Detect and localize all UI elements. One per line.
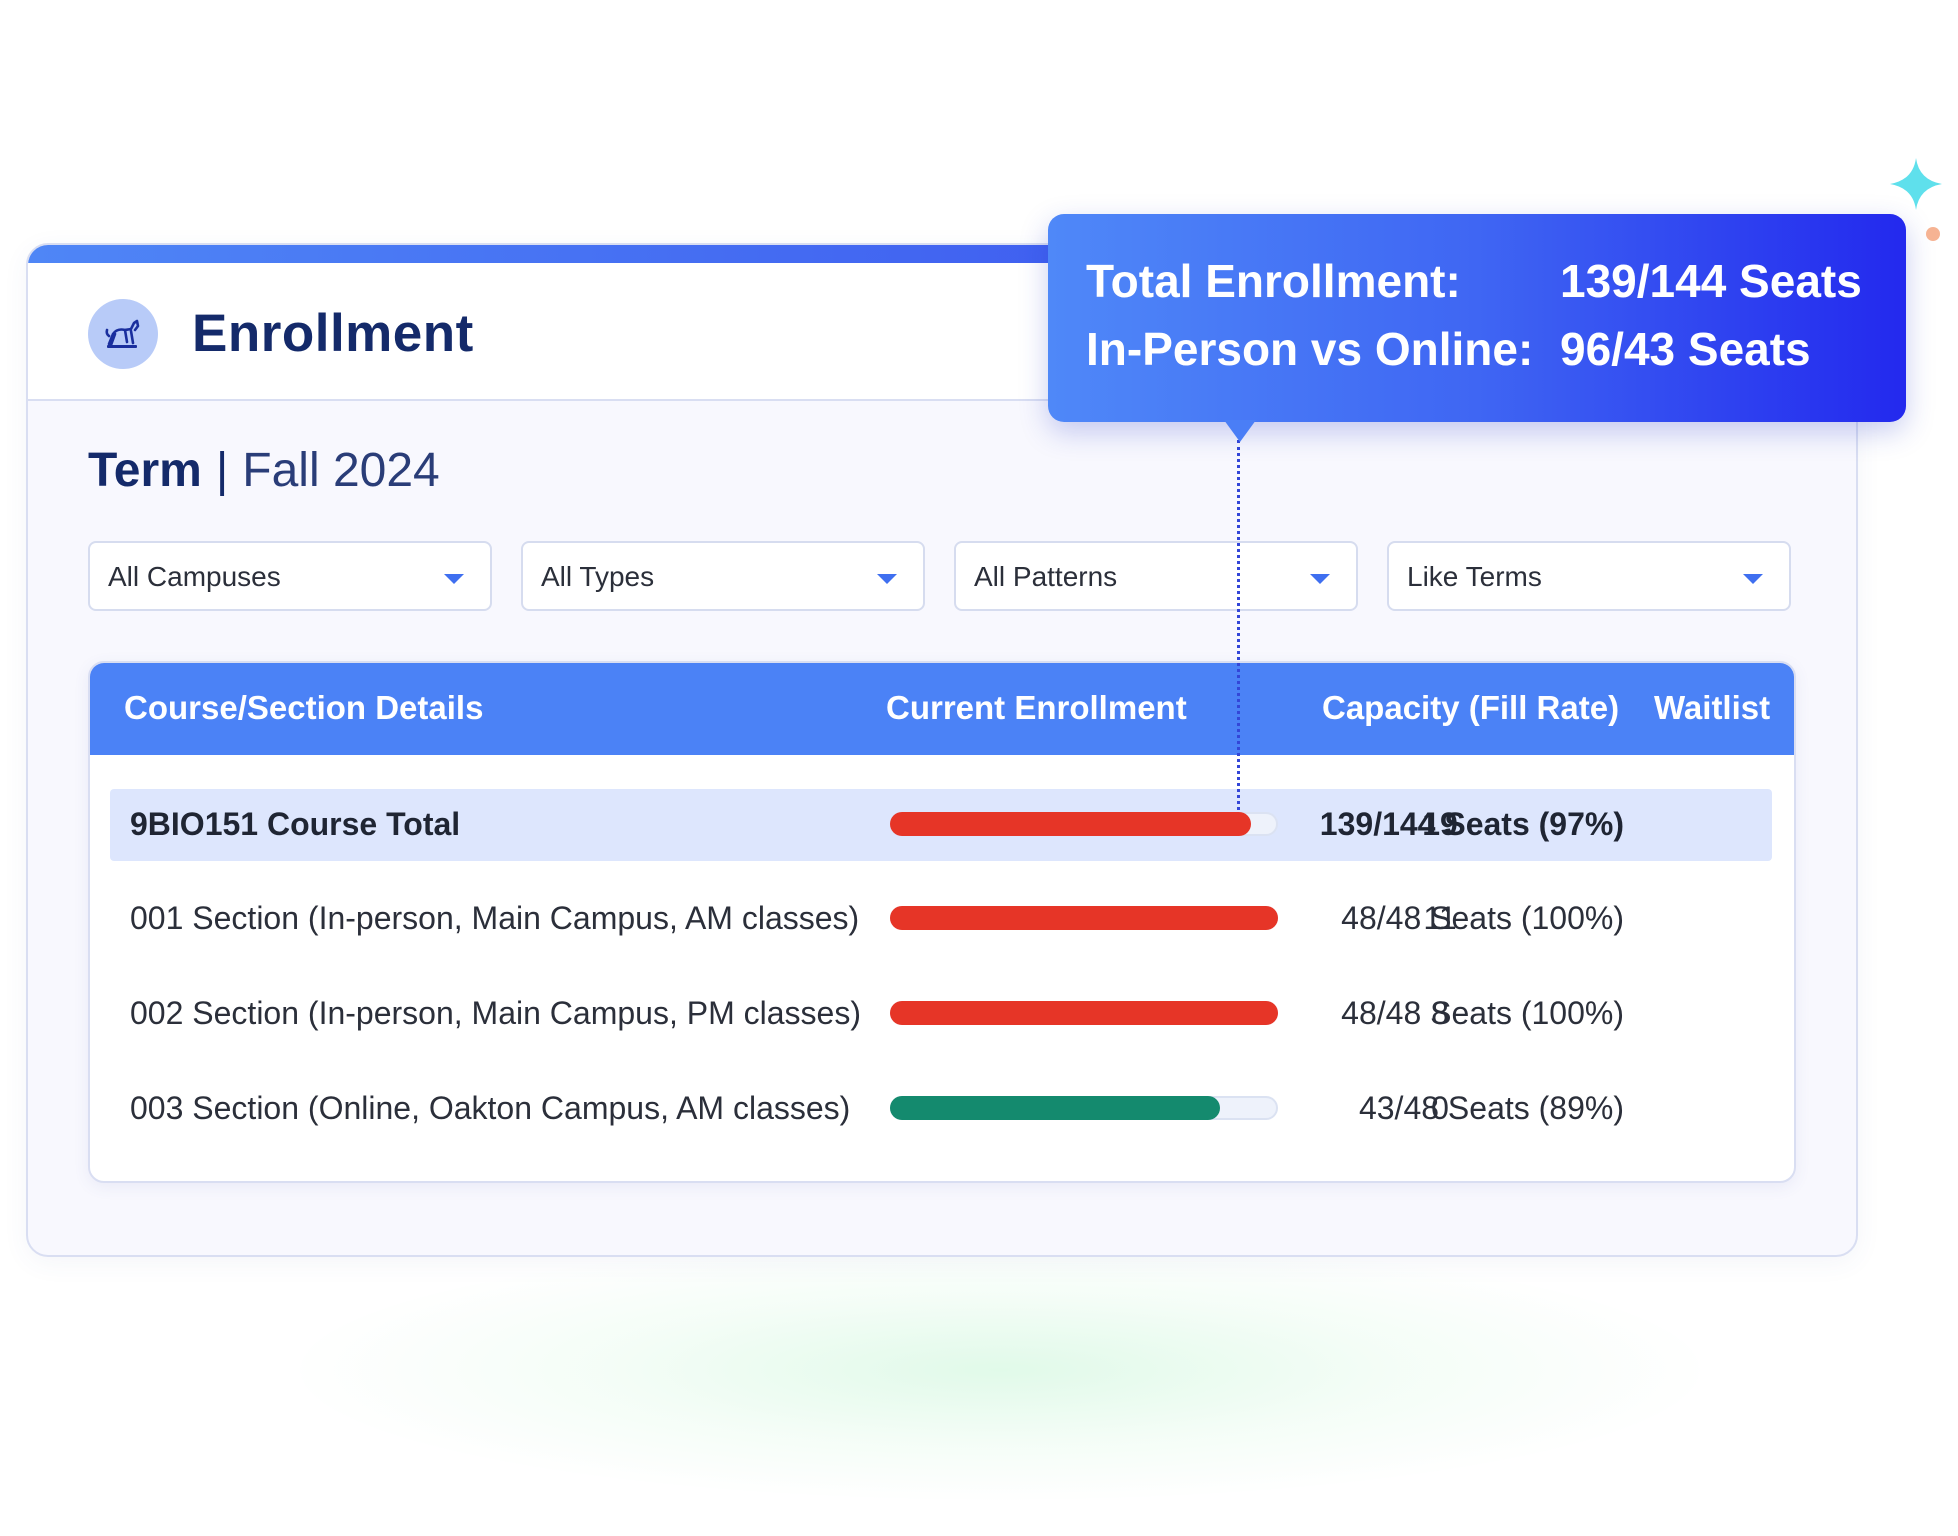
type-dropdown[interactable]: All Types — [521, 541, 925, 611]
enrollment-bar-fill — [890, 906, 1278, 930]
section-row[interactable]: 002 Section (In-person, Main Campus, PM … — [110, 978, 1772, 1050]
enrollment-bar-fill — [890, 1001, 1278, 1025]
row-name: 003 Section (Online, Oakton Campus, AM c… — [130, 1090, 851, 1126]
sparkle-icon — [1888, 156, 1944, 212]
enrollment-bar — [890, 906, 1278, 930]
greyhound-logo-icon — [88, 299, 158, 369]
enrollment-bar — [890, 812, 1278, 836]
row-name: 002 Section (In-person, Main Campus, PM … — [130, 995, 861, 1031]
row-capacity: 139/144 Seats (97%) — [1319, 806, 1624, 842]
row-waitlist: 19 — [1422, 806, 1458, 842]
row-name: 9BIO151 Course Total — [130, 806, 461, 842]
term-value: Fall 2024 — [242, 444, 440, 497]
row-capacity: 43/48 Seats (89%) — [1358, 1090, 1624, 1126]
dropdown-label: All Patterns — [974, 561, 1118, 592]
decorative-dot — [1926, 227, 1940, 241]
course-total-row[interactable]: 9BIO151 Course Total 139/144 Seats (97%)… — [110, 789, 1772, 861]
row-capacity: 48/48 Seats (100%) — [1341, 900, 1624, 936]
row-capacity: 48/48 Seats (100%) — [1341, 995, 1624, 1031]
table-header: Course/Section Details Current Enrollmen… — [90, 663, 1794, 755]
chevron-down-icon — [1310, 574, 1330, 584]
card-title: Enrollment — [192, 304, 474, 363]
row-waitlist: 8 — [1431, 995, 1449, 1031]
chevron-down-icon — [444, 574, 464, 584]
enrollment-screenshot: Enrollment Term | Fall 2024 All Campuses A… — [0, 0, 1958, 1536]
dropdown-label: Like Terms — [1407, 561, 1542, 592]
column-header-enrollment: Current Enrollment — [886, 689, 1187, 726]
like-terms-dropdown[interactable]: Like Terms — [1387, 541, 1791, 611]
row-name: 001 Section (In-person, Main Campus, AM … — [130, 900, 860, 936]
pattern-dropdown[interactable]: All Patterns — [954, 541, 1358, 611]
dropdown-label: All Campuses — [108, 561, 281, 592]
enrollment-table: Course/Section Details Current Enrollmen… — [88, 661, 1796, 1183]
dropdown-label: All Types — [541, 561, 655, 592]
tooltip-pointer — [1224, 420, 1256, 442]
enrollment-bar-fill — [890, 1096, 1220, 1120]
row-waitlist: 11 — [1423, 900, 1457, 936]
background-glow — [300, 1240, 1700, 1500]
enrollment-bar — [890, 1096, 1278, 1120]
term-label: Term — [88, 444, 202, 497]
enrollment-bar-fill — [890, 812, 1251, 836]
enrollment-tooltip: Total Enrollment: 139/144 Seats In-Perso… — [1048, 214, 1906, 422]
section-row[interactable]: 001 Section (In-person, Main Campus, AM … — [110, 883, 1772, 955]
chevron-down-icon — [877, 574, 897, 584]
section-row[interactable]: 003 Section (Online, Oakton Campus, AM c… — [110, 1073, 1772, 1145]
column-header-capacity: Capacity (Fill Rate) — [1322, 689, 1620, 726]
tooltip-connector-line — [1237, 440, 1240, 810]
row-waitlist: 0 — [1431, 1090, 1449, 1126]
tooltip-total-label: Total Enrollment: — [1086, 255, 1461, 307]
enrollment-bar — [890, 1001, 1278, 1025]
column-header-waitlist: Waitlist — [1654, 689, 1771, 726]
term-selector: Term | Fall 2024 — [88, 443, 440, 498]
column-header-details: Course/Section Details — [124, 689, 484, 726]
term-separator: | — [215, 444, 229, 497]
tooltip-split-value: 96/43 Seats — [1560, 323, 1811, 375]
tooltip-total-value: 139/144 Seats — [1560, 255, 1862, 307]
chevron-down-icon — [1743, 574, 1763, 584]
campus-dropdown[interactable]: All Campuses — [88, 541, 492, 611]
tooltip-split-label: In-Person vs Online: — [1086, 323, 1534, 375]
